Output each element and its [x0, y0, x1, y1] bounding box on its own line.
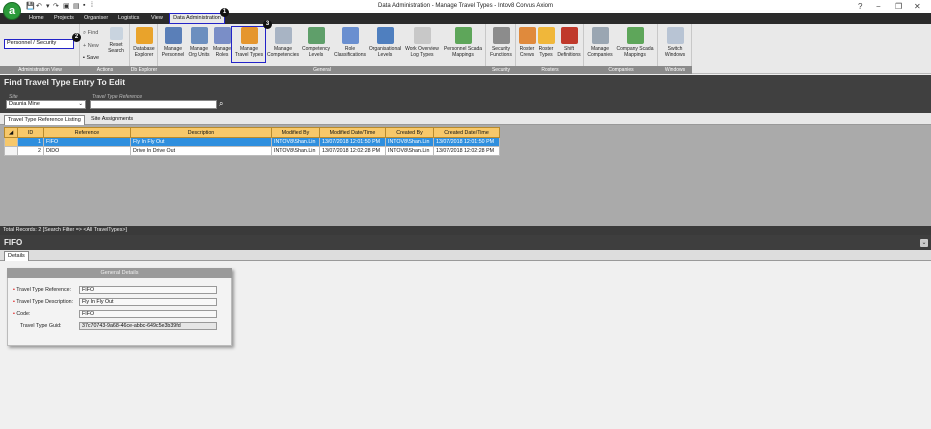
cell-reference: FIFO: [43, 137, 131, 147]
group-label-windows: Windows: [658, 66, 692, 74]
callout-badge-1: 1: [220, 8, 229, 17]
total-records-status: Total Records: 2 [Search Filter => <All …: [0, 226, 931, 235]
menu-home[interactable]: Home: [29, 15, 44, 21]
title-bar: Data Administration - Manage Travel Type…: [0, 0, 931, 13]
code-field[interactable]: FIFO: [79, 310, 217, 318]
menu-bar: Home Projects Organiser Logistics View S…: [0, 13, 931, 36]
field-label-text: Travel Type Description:: [16, 299, 74, 305]
column-header-modified-by[interactable]: Modified By: [271, 127, 320, 138]
group-label-db-explorer: Db Explorer: [130, 66, 158, 74]
column-header-modified-date[interactable]: Modified Date/Time: [319, 127, 386, 138]
cell-id: 2: [17, 146, 44, 156]
column-header-id[interactable]: ID: [17, 127, 44, 138]
find-title: Find Travel Type Entry To Edit: [4, 77, 126, 87]
column-header-reference[interactable]: Reference: [43, 127, 131, 138]
callout-badge-3: 3: [263, 20, 272, 29]
code-field-label: • Code:: [13, 311, 30, 317]
cell-modified-date: 13/07/2018 12:01:50 PM: [319, 137, 386, 147]
app-logo[interactable]: a: [3, 2, 21, 20]
restore-button[interactable]: ❐: [895, 2, 902, 11]
cell-created-by: INTOV8\Shan.Lin: [385, 137, 434, 147]
cell-modified-by: INTOV8\Shan.Lin: [271, 137, 320, 147]
minimize-button[interactable]: −: [876, 2, 881, 11]
table-row[interactable]: 2 DIDO Drive In Drive Out INTOV8\Shan.Li…: [4, 146, 500, 156]
travel-type-reference-field[interactable]: FIFO: [79, 286, 217, 294]
dropdown-arrow-icon[interactable]: ▾: [46, 2, 50, 10]
chevron-down-icon: ⌄: [78, 101, 83, 107]
column-header-created-by[interactable]: Created By: [385, 127, 434, 138]
field-label-text: Travel Type Reference:: [16, 287, 72, 293]
redo-icon[interactable]: ↷: [53, 2, 59, 10]
field-label-text: Code:: [16, 311, 31, 317]
menu-data-administration[interactable]: Data Administration: [169, 13, 225, 24]
table-row[interactable]: 1 FIFO Fly In Fly Out INTOV8\Shan.Lin 13…: [4, 137, 500, 147]
print-icon[interactable]: ▣: [63, 2, 70, 10]
group-label-security: Security: [486, 66, 516, 74]
travel-types-grid: ◢ ID Reference Description Modified By M…: [4, 127, 500, 156]
qat-overflow-icon[interactable]: ⁞: [91, 2, 93, 9]
required-marker: •: [13, 311, 15, 317]
general-details-title: General Details: [7, 268, 232, 278]
tab-travel-type-reference-listing[interactable]: Travel Type Reference Listing: [4, 115, 85, 125]
travel-type-reference-field-label: • Travel Type Reference:: [13, 287, 71, 293]
travel-type-guid-field: 37c70743-9a68-46ce-abbc-649c5e3b39fd: [79, 322, 217, 330]
detail-header: [0, 235, 931, 250]
cell-reference: DIDO: [43, 146, 131, 156]
cell-id: 1: [17, 137, 44, 147]
grid-select-header[interactable]: ◢: [4, 127, 18, 138]
travel-type-description-field-label: • Travel Type Description:: [13, 299, 73, 305]
travel-type-reference-input[interactable]: [90, 100, 217, 109]
cell-created-by: INTOV8\Shan.Lin: [385, 146, 434, 156]
customize-qat-icon[interactable]: ▪: [83, 2, 85, 9]
menu-organiser[interactable]: Organiser: [84, 15, 108, 21]
travel-type-description-field[interactable]: Fly In Fly Out: [79, 298, 217, 306]
detail-title: FIFO: [4, 238, 23, 247]
group-label-admin-view: Administration View: [0, 66, 80, 74]
menu-view[interactable]: View: [151, 15, 163, 21]
required-marker: •: [13, 299, 15, 305]
site-select[interactable]: Daunia Mine ⌄: [6, 100, 86, 109]
collapse-icon[interactable]: ⌄: [920, 239, 928, 247]
menu-logistics[interactable]: Logistics: [118, 15, 139, 21]
search-icon[interactable]: ⌕: [219, 99, 223, 109]
row-selector[interactable]: [4, 146, 18, 156]
group-label-companies: Companies: [584, 66, 658, 74]
cell-modified-by: INTOV8\Shan.Lin: [271, 146, 320, 156]
site-value: Daunia Mine: [9, 101, 40, 107]
travel-type-guid-field-label: Travel Type Guid:: [20, 323, 62, 329]
undo-icon[interactable]: ↶: [36, 2, 42, 10]
cell-description: Fly In Fly Out: [130, 137, 272, 147]
menu-projects[interactable]: Projects: [54, 15, 74, 21]
export-icon[interactable]: ▤: [73, 2, 80, 10]
save-icon[interactable]: 💾: [26, 2, 35, 10]
window-title: Data Administration - Manage Travel Type…: [378, 3, 553, 9]
column-header-description[interactable]: Description: [130, 127, 272, 138]
required-marker: •: [13, 287, 15, 293]
cell-created-date: 13/07/2018 12:02:28 PM: [433, 146, 500, 156]
row-selector[interactable]: [4, 137, 18, 147]
close-button[interactable]: ✕: [914, 2, 921, 11]
tab-site-assignments[interactable]: Site Assignments: [88, 115, 136, 125]
cell-description: Drive In Drive Out: [130, 146, 272, 156]
column-header-created-date[interactable]: Created Date/Time: [433, 127, 500, 138]
group-label-actions: Actions: [80, 66, 130, 74]
cell-created-date: 13/07/2018 12:01:50 PM: [433, 137, 500, 147]
detail-tabs: [0, 250, 931, 261]
callout-badge-2: 2: [72, 33, 81, 42]
listing-tabs: [0, 113, 931, 125]
cell-modified-date: 13/07/2018 12:02:28 PM: [319, 146, 386, 156]
general-details-panel: [7, 268, 232, 346]
group-label-general: General: [158, 66, 486, 74]
help-icon[interactable]: ?: [858, 2, 862, 11]
group-label-rosters: Rosters: [516, 66, 584, 74]
tab-details[interactable]: Details: [4, 251, 29, 261]
